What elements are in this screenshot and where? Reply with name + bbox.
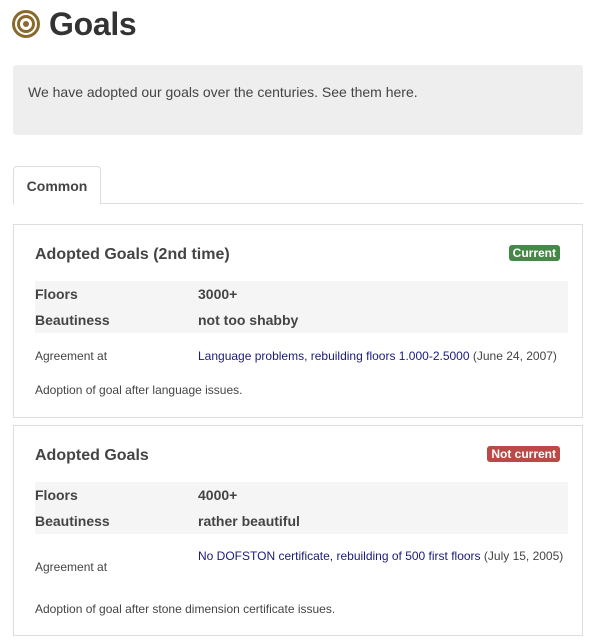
spec-value: not too shabby <box>198 312 299 328</box>
spec-row: Floors 4000+ <box>35 482 568 508</box>
spec-key: Floors <box>35 487 78 503</box>
agreement-label: Agreement at <box>35 349 108 363</box>
goal-card: Adopted Goals (2nd time) Current Floors … <box>13 224 583 418</box>
agreement-value: Language problems, rebuilding floors 1.0… <box>198 346 568 366</box>
goal-spec-table: Floors 4000+ Beautiness rather beautiful <box>35 482 568 534</box>
goal-title: Adopted Goals <box>35 447 149 464</box>
goal-spec-table: Floors 3000+ Beautiness not too shabby <box>35 281 568 333</box>
goal-note: Adoption of goal after language issues. <box>35 383 243 397</box>
page-header: Goals <box>12 6 137 42</box>
status-badge: Current <box>508 245 560 261</box>
goal-card: Adopted Goals Not current Floors 4000+ B… <box>13 425 583 636</box>
intro-text: We have adopted our goals over the centu… <box>28 84 418 100</box>
spec-value: 3000+ <box>198 286 238 302</box>
spec-key: Floors <box>35 286 78 302</box>
tab-bar: Common <box>13 165 583 205</box>
spec-row: Beautiness not too shabby <box>35 307 568 333</box>
agreement-label: Agreement at <box>35 560 108 574</box>
spec-row: Floors 3000+ <box>35 281 568 307</box>
agreement-date: (July 15, 2005) <box>480 549 564 563</box>
agreement-date: (June 24, 2007) <box>469 349 557 363</box>
spec-key: Beautiness <box>35 312 110 328</box>
status-badge: Not current <box>487 446 560 462</box>
spec-value: rather beautiful <box>198 513 300 529</box>
agreement-value: No DOFSTON certificate, rebuilding of 50… <box>198 546 568 566</box>
spec-row: Beautiness rather beautiful <box>35 508 568 534</box>
spec-key: Beautiness <box>35 513 110 529</box>
goal-note: Adoption of goal after stone dimension c… <box>35 602 336 616</box>
page-title: Goals <box>49 6 137 42</box>
goal-title: Adopted Goals (2nd time) <box>35 246 230 263</box>
agreement-link[interactable]: No DOFSTON certificate, rebuilding of 50… <box>198 549 481 563</box>
tab-common[interactable]: Common <box>13 166 101 205</box>
agreement-link[interactable]: Language problems, rebuilding floors 1.0… <box>198 349 470 363</box>
spec-value: 4000+ <box>198 487 238 503</box>
intro-box: We have adopted our goals over the centu… <box>13 65 583 135</box>
target-icon <box>12 10 40 38</box>
